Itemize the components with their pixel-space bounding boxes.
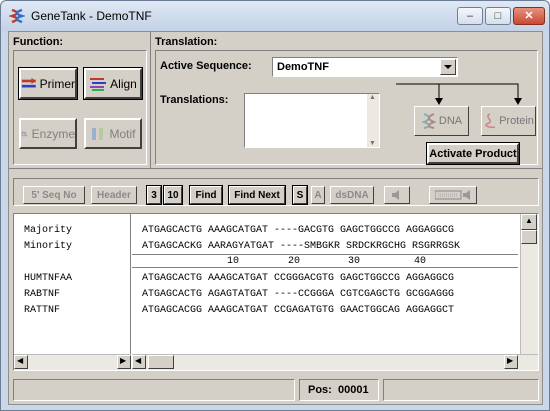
dna-icon [421,113,437,129]
protein-button[interactable]: Protein [481,106,536,136]
active-sequence-value: DemoTNF [277,61,329,73]
names-scroll-right-button[interactable]: ▶ [117,355,131,369]
protein-label: Protein [499,115,534,127]
primer-icon [21,77,36,87]
primer-button-label: Primer [39,76,75,91]
seq-minority: ATGAGCACKG AARAGYATGAT ----SMBGKR SRDCKR… [142,241,461,252]
title-bar[interactable]: GeneTank - DemoTNF – □ ✕ [1,1,549,31]
name-majority[interactable]: Majority [24,225,72,236]
dsdna-button[interactable]: dsDNA [330,186,374,204]
num-3-button[interactable]: 3 [146,185,162,205]
primer-button[interactable]: Primer [18,67,78,100]
ruler-20: 20 [288,256,301,267]
seq-scroll-left-button[interactable]: ◀ [132,355,146,369]
seq-no-button[interactable]: 5' Seq No [23,186,85,204]
ruler-10: 10 [227,256,240,267]
find-next-button[interactable]: Find Next [228,185,286,205]
num-10-button[interactable]: 10 [163,185,183,205]
position-ruler: 10 20 30 40 [132,254,518,268]
translation-panel: Translation: Active Sequence: DemoTNF Tr… [151,32,542,169]
ruler-30: 30 [348,256,361,267]
sequence-view[interactable]: Majority Minority HUMTNFAA RABTNF RATTNF… [13,213,539,371]
client-area: Function: Primer Align Enzyme Motif Tran… [8,31,543,405]
name-humtnfaa[interactable]: HUMTNFAA [24,273,72,284]
names-scroll-left-button[interactable]: ◀ [14,355,28,369]
name-minority[interactable]: Minority [24,241,72,252]
scroll-up-button[interactable]: ▲ [521,214,537,230]
scroll-up-icon: ▲ [369,94,376,101]
app-window: GeneTank - DemoTNF – □ ✕ Function: Prime… [0,0,550,411]
activate-product-button[interactable]: Activate Product [426,142,520,165]
s-button[interactable]: S [292,185,308,205]
active-sequence-label: Active Sequence: [160,60,252,72]
dropdown-button[interactable] [440,59,456,75]
find-button[interactable]: Find [189,185,223,205]
seq-rattnf: ATGAGCACGG AAAGCATGAT CCGAGATGTG GAACTGG… [142,305,455,316]
ruler-40: 40 [414,256,427,267]
status-message [13,379,295,401]
dna-label: DNA [438,115,463,127]
speaker-icon [392,190,399,200]
scroll-left-icon: ◀ [135,356,142,365]
name-rattnf[interactable]: RATTNF [24,305,60,316]
enzyme-icon [21,130,28,137]
window-title: GeneTank - DemoTNF [31,9,152,23]
pos-label: Pos: [308,384,332,396]
keyboard-button[interactable] [429,186,477,204]
translation-flow-diagram [396,83,522,105]
dna-button[interactable]: DNA [414,106,469,136]
align-button-label: Align [110,76,137,91]
keyboard-icon [435,190,470,200]
function-label: Function: [13,36,64,48]
pos-value: 00001 [338,384,369,396]
translation-label: Translation: [155,36,218,48]
position-status: Pos: 00001 [299,379,379,401]
name-rabtnf[interactable]: RABTNF [24,289,60,300]
seq-rabtnf: ATGAGCACTG AGAGTATGAT ----CCGGGA CGTCGAG… [142,289,455,300]
translations-label: Translations: [160,94,229,106]
motif-button-label: Motif [109,126,136,141]
sequence-hscrollbar[interactable]: ◀ ▶ [132,354,538,370]
active-sequence-select[interactable]: DemoTNF [272,57,458,77]
minimize-icon: – [466,10,474,22]
seq-majority: ATGAGCACTG AAAGCATGAT ----GACGTG GAGCTGG… [142,225,455,236]
scroll-left-icon: ◀ [17,356,24,365]
sequence-data-column: ATGAGCACTG AAAGCATGAT ----GACGTG GAGCTGG… [132,214,518,354]
header-button[interactable]: Header [91,186,137,204]
status-extra [383,379,539,401]
align-button[interactable]: Align [83,67,143,100]
chevron-down-icon [444,65,452,69]
protein-icon [485,113,496,129]
scroll-right-icon: ▶ [120,356,127,365]
enzyme-button-label: Enzyme [31,126,75,141]
scroll-down-icon: ▼ [369,140,376,147]
names-hscrollbar[interactable]: ◀ ▶ [14,354,131,370]
genetank-app-icon [9,8,25,24]
motif-icon [92,127,104,140]
motif-button[interactable]: Motif [84,118,142,149]
sequence-names-column: Majority Minority HUMTNFAA RABTNF RATTNF [14,214,131,354]
translations-list[interactable]: ▲ ▼ [244,93,380,148]
maximize-icon: □ [494,10,502,22]
close-icon: ✕ [524,10,534,22]
scroll-thumb[interactable] [521,230,537,244]
seq-scroll-right-button[interactable]: ▶ [504,355,518,369]
scroll-up-icon: ▲ [525,216,533,225]
speaker-button[interactable] [384,186,410,204]
seq-scroll-thumb[interactable] [148,355,174,369]
translations-scrollbar[interactable]: ▲ ▼ [367,94,379,147]
maximize-button[interactable]: □ [485,7,511,25]
function-panel: Function: Primer Align Enzyme Motif [9,32,151,169]
vertical-scrollbar[interactable]: ▲ [520,214,538,354]
close-button[interactable]: ✕ [513,7,545,25]
scroll-right-icon: ▶ [507,356,514,365]
enzyme-button[interactable]: Enzyme [19,118,77,149]
align-icon [90,77,107,91]
minimize-button[interactable]: – [457,7,483,25]
seq-humtnfaa: ATGAGCACTG AAAGCATGAT CCGGGACGTG GAGCTGG… [142,273,455,284]
a-button[interactable]: A [311,186,325,204]
